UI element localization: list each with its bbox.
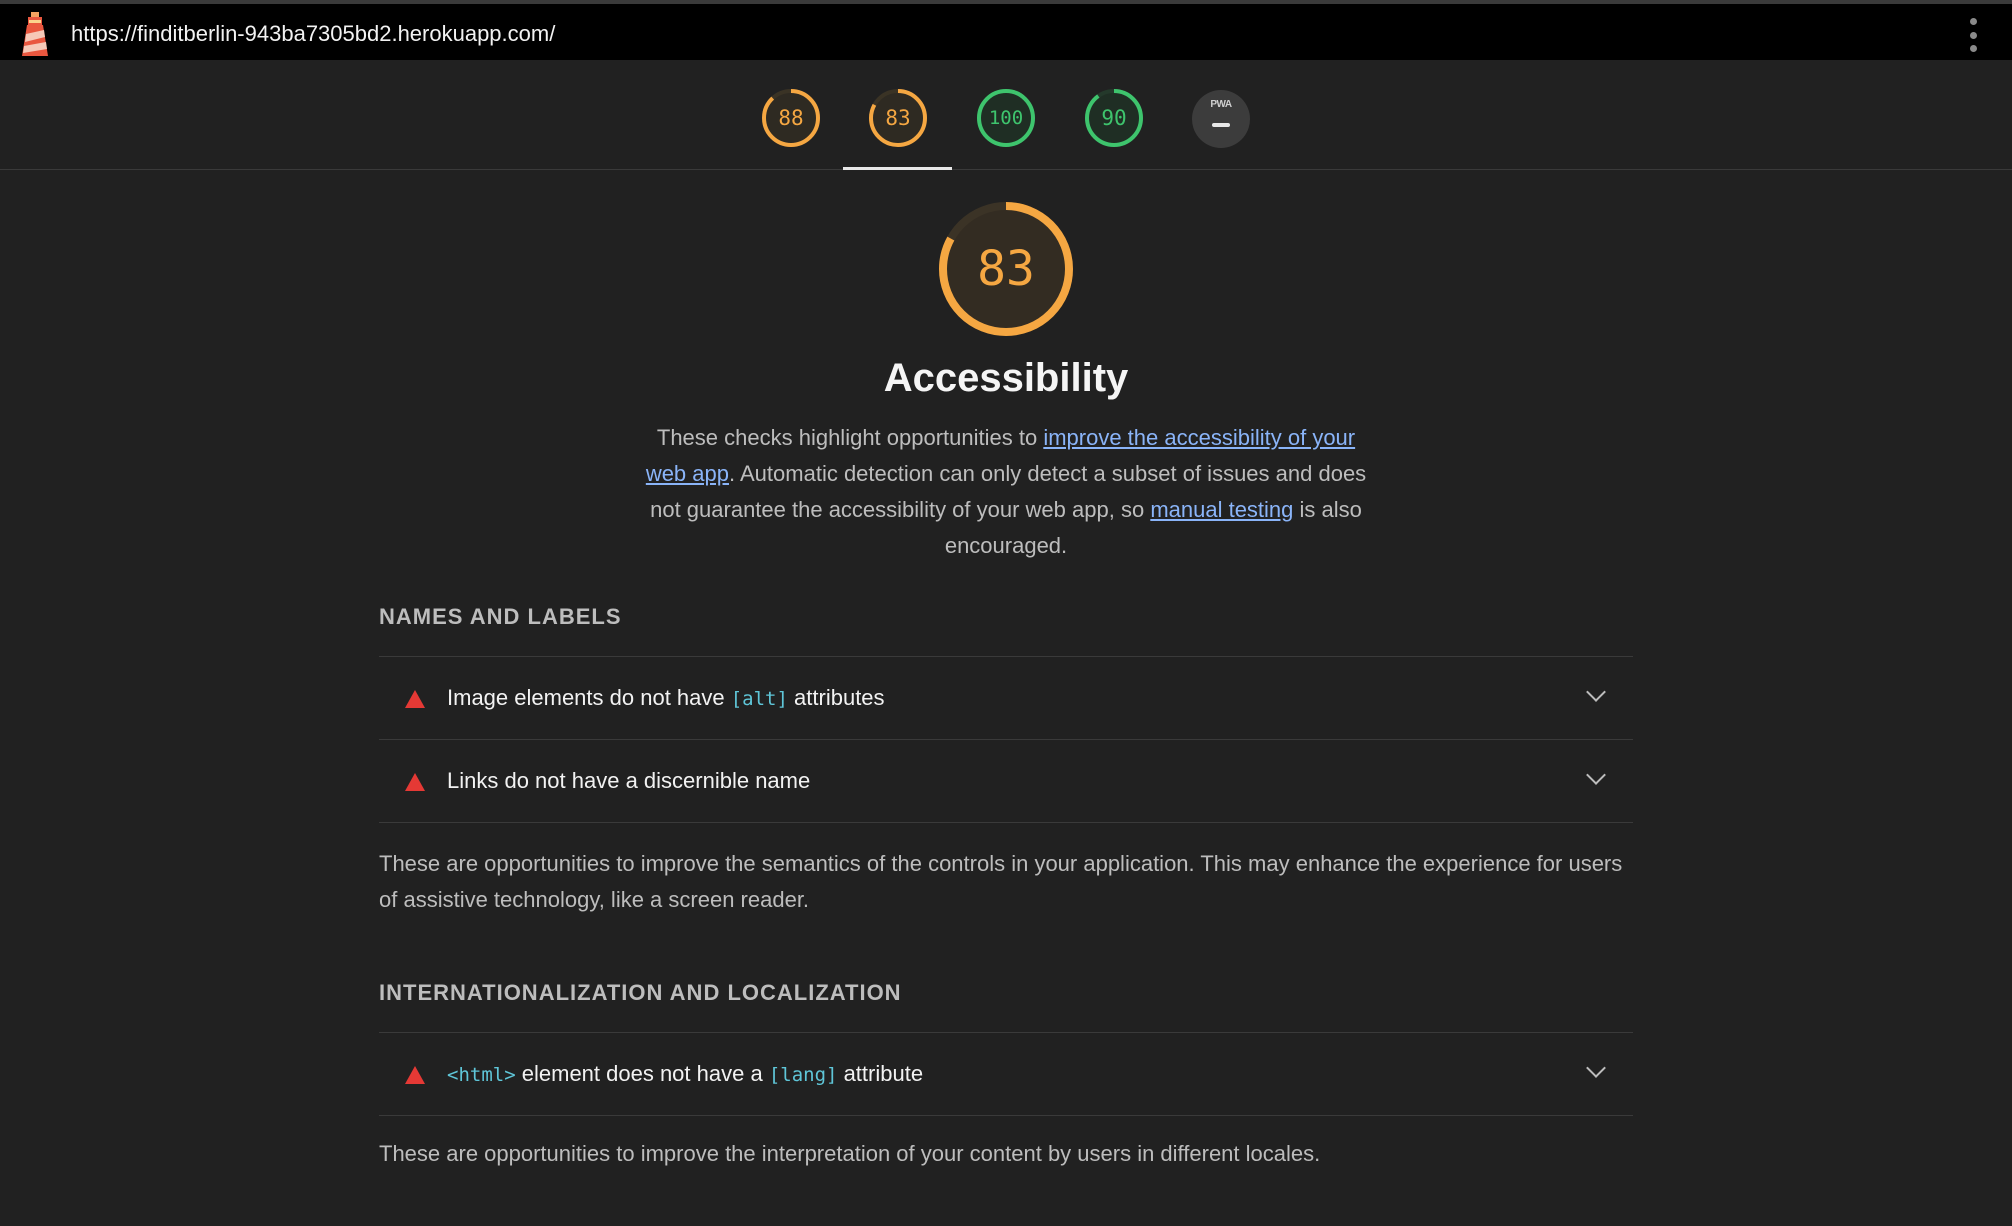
divider <box>379 1115 1633 1116</box>
pwa-label: PWA <box>1210 99 1232 110</box>
chevron-down-icon[interactable] <box>1586 682 1606 702</box>
divider <box>379 822 1633 823</box>
score-value: 88 <box>778 106 804 130</box>
pwa-dash-icon <box>1212 123 1230 127</box>
audit-text: attribute <box>837 1061 924 1086</box>
audit-text: attributes <box>787 685 885 710</box>
best-practices-score-gauge[interactable]: 100 <box>976 88 1036 148</box>
category-description: These checks highlight opportunities to … <box>640 420 1372 564</box>
group-title-names-labels: NAMES AND LABELS <box>379 604 622 629</box>
performance-score-gauge[interactable]: 88 <box>761 88 821 148</box>
group-title-i18n: INTERNATIONALIZATION AND LOCALIZATION <box>379 980 902 1005</box>
pwa-badge[interactable]: PWA <box>1192 90 1250 148</box>
audit-html-lang[interactable]: <html> element does not have a [lang] at… <box>379 1032 1633 1115</box>
accessibility-big-gauge: 83 <box>937 200 1075 338</box>
active-tab-indicator <box>843 167 952 170</box>
fail-triangle-icon <box>405 690 425 708</box>
manual-testing-link[interactable]: manual testing <box>1150 497 1293 522</box>
seo-score-gauge[interactable]: 90 <box>1084 88 1144 148</box>
category-score: 83 <box>977 241 1035 297</box>
category-title: Accessibility <box>883 356 1129 400</box>
fail-triangle-icon <box>405 773 425 791</box>
fail-triangle-icon <box>405 1066 425 1084</box>
lighthouse-logo-icon <box>22 12 48 56</box>
chevron-down-icon[interactable] <box>1586 1058 1606 1078</box>
score-value: 100 <box>988 107 1024 129</box>
accessibility-score-gauge[interactable]: 83 <box>868 88 928 148</box>
group-description: These are opportunities to improve the i… <box>379 1141 1321 1166</box>
audit-title: Links do not have a discernible name <box>447 768 811 793</box>
chevron-down-icon[interactable] <box>1586 765 1606 785</box>
score-value: 90 <box>1101 106 1127 130</box>
audit-text: element does not have a <box>515 1061 769 1086</box>
more-options-icon[interactable] <box>1968 18 1978 52</box>
audit-title: <html> element does not have a [lang] at… <box>447 1061 923 1087</box>
group-description: These are opportunities to improve the s… <box>379 851 1623 912</box>
audit-code: [lang] <box>768 1064 838 1086</box>
audit-title: Image elements do not have [alt] attribu… <box>447 685 885 711</box>
category-score-tabs: 88 83 100 90 PWA <box>0 60 2012 170</box>
audit-code: [alt] <box>730 688 788 710</box>
desc-text: These checks highlight opportunities to <box>656 425 1044 450</box>
score-value: 83 <box>885 106 911 130</box>
audit-link-name[interactable]: Links do not have a discernible name <box>379 739 1633 822</box>
audit-image-alt[interactable]: Image elements do not have [alt] attribu… <box>379 656 1633 739</box>
report-topbar: https://finditberlin-943ba7305bd2.heroku… <box>0 0 2012 60</box>
audit-code: <html> <box>447 1064 516 1086</box>
report-url: https://finditberlin-943ba7305bd2.heroku… <box>71 21 556 46</box>
audit-text: Image elements do not have <box>447 685 731 710</box>
